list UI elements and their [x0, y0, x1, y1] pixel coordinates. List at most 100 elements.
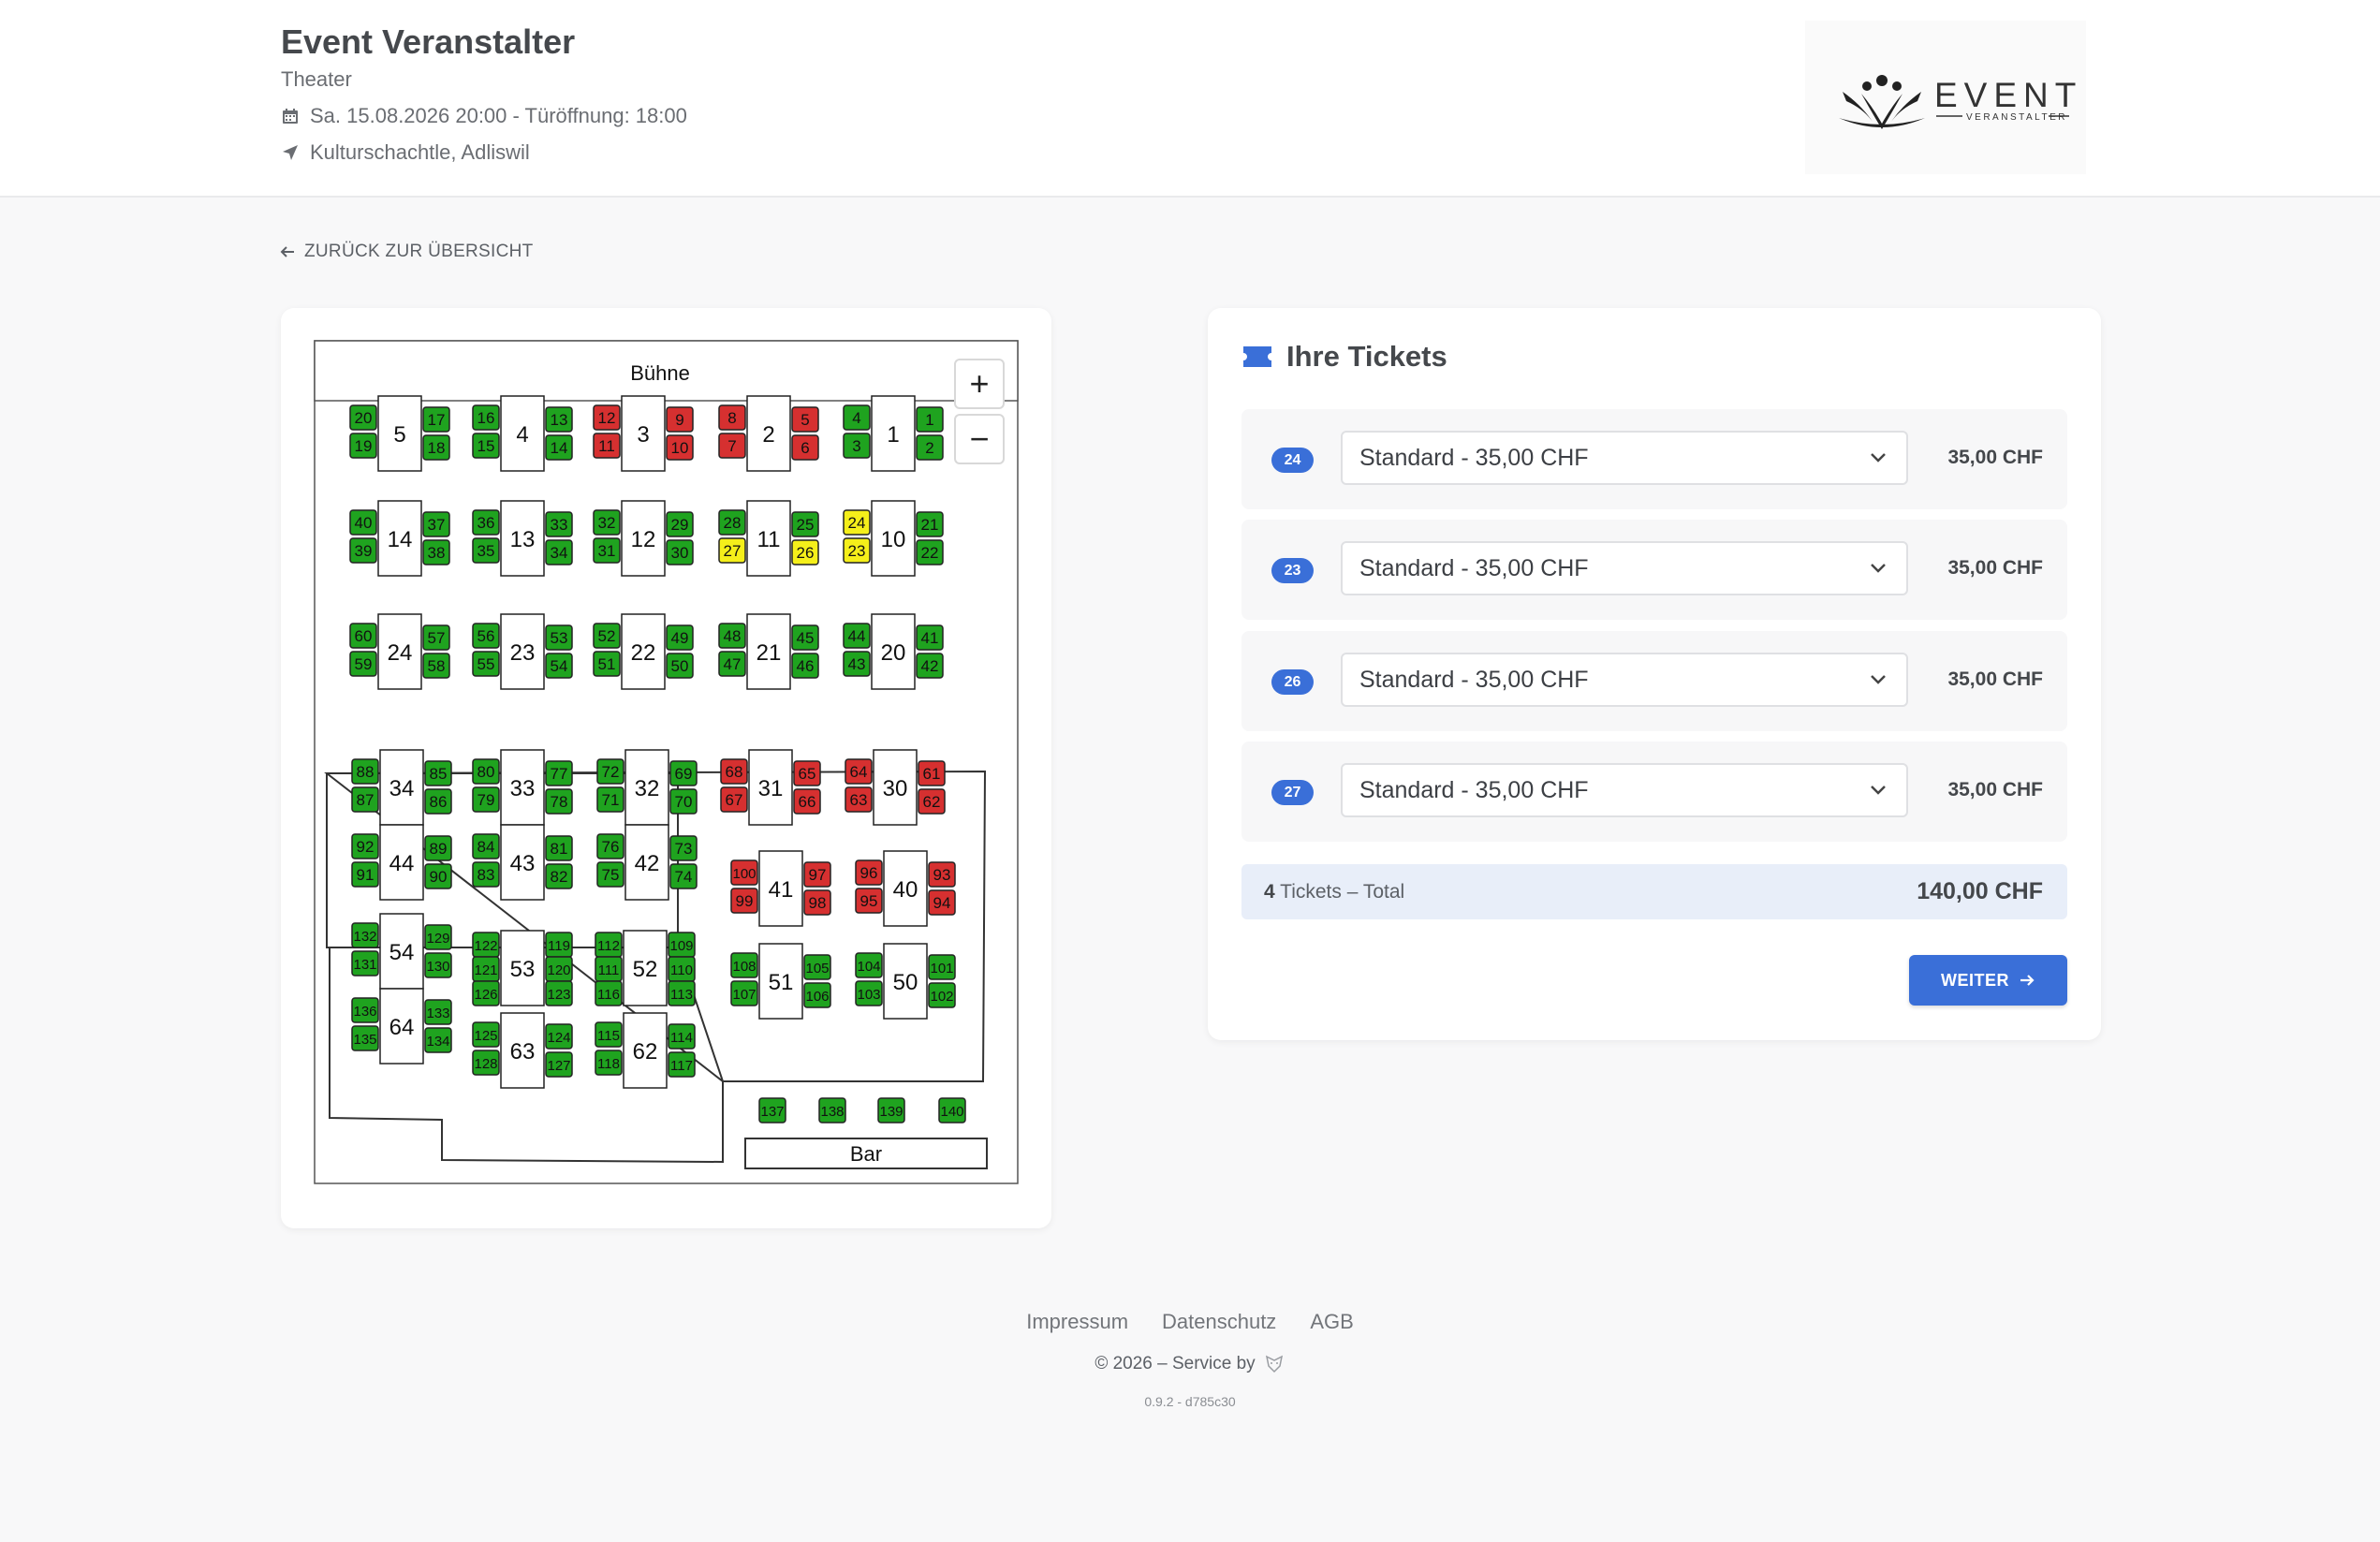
- seat[interactable]: 96: [855, 859, 883, 886]
- seat[interactable]: 64: [845, 758, 873, 785]
- seat[interactable]: 97: [803, 861, 831, 888]
- seat[interactable]: 67: [720, 786, 748, 813]
- seat[interactable]: 28: [718, 509, 746, 536]
- seat[interactable]: 47: [718, 651, 746, 677]
- seat[interactable]: 117: [668, 1051, 696, 1078]
- seat[interactable]: 20: [349, 404, 377, 431]
- seat[interactable]: 56: [472, 623, 500, 649]
- seat[interactable]: 94: [928, 889, 956, 916]
- seat[interactable]: 77: [545, 760, 573, 786]
- seat[interactable]: 41: [916, 624, 944, 651]
- footer-link-impressum[interactable]: Impressum: [1026, 1310, 1128, 1334]
- seat[interactable]: 74: [669, 863, 698, 889]
- seat[interactable]: 89: [424, 835, 452, 861]
- seat[interactable]: 76: [596, 833, 624, 859]
- footer-link-agb[interactable]: AGB: [1310, 1310, 1353, 1334]
- seat[interactable]: 140: [938, 1097, 966, 1123]
- seat[interactable]: 14: [545, 434, 573, 461]
- seat[interactable]: 135: [351, 1025, 379, 1051]
- seat[interactable]: 69: [669, 760, 698, 786]
- seat[interactable]: 122: [472, 932, 500, 958]
- seat[interactable]: 72: [596, 758, 624, 785]
- seat[interactable]: 119: [545, 932, 573, 958]
- seat[interactable]: 6: [791, 434, 819, 461]
- ticket-type-select[interactable]: Standard - 35,00 CHF: [1341, 763, 1908, 817]
- seat[interactable]: 128: [472, 1050, 500, 1076]
- seat[interactable]: 29: [666, 511, 694, 537]
- seat[interactable]: 51: [593, 651, 621, 677]
- seat[interactable]: 113: [668, 980, 696, 1006]
- seat[interactable]: 82: [545, 863, 573, 889]
- seat[interactable]: 130: [424, 952, 452, 978]
- seat[interactable]: 136: [351, 997, 379, 1023]
- seat[interactable]: 112: [595, 932, 623, 958]
- seat[interactable]: 110: [668, 956, 696, 982]
- seat[interactable]: 93: [928, 861, 956, 888]
- seat[interactable]: 95: [855, 888, 883, 914]
- seat[interactable]: 115: [595, 1021, 623, 1048]
- seat[interactable]: 30: [666, 539, 694, 565]
- seat[interactable]: 3: [843, 433, 871, 459]
- seat[interactable]: 45: [791, 624, 819, 651]
- seat[interactable]: 81: [545, 835, 573, 861]
- seat[interactable]: 87: [351, 786, 379, 813]
- ticket-type-select[interactable]: Standard - 35,00 CHF: [1341, 541, 1908, 595]
- seat[interactable]: 35: [472, 537, 500, 564]
- seatmap[interactable]: Bühne Bar 143122875631211910416151314520…: [281, 308, 1051, 1228]
- seat[interactable]: 104: [855, 952, 883, 978]
- seat[interactable]: 44: [843, 623, 871, 649]
- seat[interactable]: 137: [758, 1097, 786, 1123]
- seat[interactable]: 54: [545, 653, 573, 679]
- seat[interactable]: 99: [730, 888, 758, 914]
- seat[interactable]: 43: [843, 651, 871, 677]
- seat[interactable]: 10: [666, 434, 694, 461]
- seat[interactable]: 65: [793, 760, 821, 786]
- seat[interactable]: 134: [424, 1027, 452, 1053]
- seat[interactable]: 84: [472, 833, 500, 859]
- seat[interactable]: 55: [472, 651, 500, 677]
- seat[interactable]: 37: [422, 511, 450, 537]
- seat[interactable]: 73: [669, 835, 698, 861]
- seat[interactable]: 2: [916, 434, 944, 461]
- seat[interactable]: 98: [803, 889, 831, 916]
- seat[interactable]: 9: [666, 406, 694, 433]
- seat[interactable]: 111: [595, 956, 623, 982]
- bar-seat-group[interactable]: 137: [758, 1097, 786, 1123]
- zoom-out-button[interactable]: −: [954, 414, 1005, 464]
- seat[interactable]: 114: [668, 1023, 696, 1050]
- seat[interactable]: 116: [595, 980, 623, 1006]
- seat[interactable]: 17: [422, 406, 450, 433]
- seat[interactable]: 49: [666, 624, 694, 651]
- ticket-type-select[interactable]: Standard - 35,00 CHF: [1341, 653, 1908, 707]
- seat[interactable]: 53: [545, 624, 573, 651]
- seat[interactable]: 129: [424, 924, 452, 950]
- zoom-in-button[interactable]: +: [954, 359, 1005, 409]
- seat[interactable]: 78: [545, 788, 573, 815]
- seat[interactable]: 92: [351, 833, 379, 859]
- back-to-overview-link[interactable]: ZURÜCK ZUR ÜBERSICHT: [279, 242, 534, 262]
- organizer-logo[interactable]: EVENT VERANSTALTER: [1805, 21, 2086, 174]
- seat[interactable]: 103: [855, 980, 883, 1006]
- seat[interactable]: 71: [596, 786, 624, 813]
- seat[interactable]: 1: [916, 406, 944, 433]
- seat[interactable]: 27: [718, 537, 746, 564]
- footer-link-datenschutz[interactable]: Datenschutz: [1162, 1310, 1276, 1334]
- seat[interactable]: 120: [545, 956, 573, 982]
- seat[interactable]: 62: [918, 788, 946, 815]
- seat[interactable]: 86: [424, 788, 452, 815]
- bar-seat-group[interactable]: 140: [938, 1097, 966, 1123]
- seat[interactable]: 7: [718, 433, 746, 459]
- seat[interactable]: 109: [668, 932, 696, 958]
- bar-seat-group[interactable]: 139: [877, 1097, 905, 1123]
- seat[interactable]: 132: [351, 922, 379, 948]
- seat[interactable]: 80: [472, 758, 500, 785]
- seat[interactable]: 34: [545, 539, 573, 565]
- seat[interactable]: 63: [845, 786, 873, 813]
- seat[interactable]: 59: [349, 651, 377, 677]
- seat[interactable]: 118: [595, 1050, 623, 1076]
- seat[interactable]: 83: [472, 861, 500, 888]
- seat[interactable]: 107: [730, 980, 758, 1006]
- seat[interactable]: 70: [669, 788, 698, 815]
- seat[interactable]: 91: [351, 861, 379, 888]
- seat[interactable]: 127: [545, 1051, 573, 1078]
